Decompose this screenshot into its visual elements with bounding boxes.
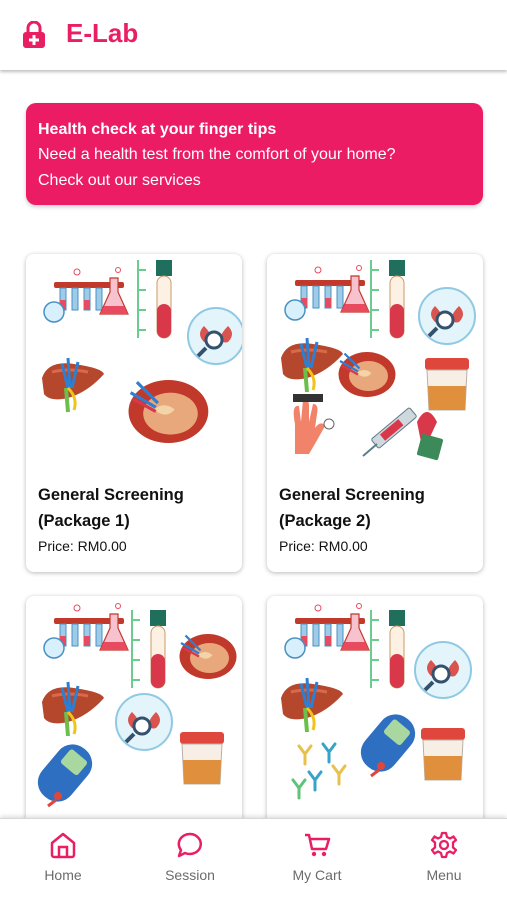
- package-image: [40, 259, 242, 445]
- nav-home-label: Home: [44, 867, 82, 883]
- package-image: [279, 602, 473, 800]
- cart-icon: [305, 833, 331, 857]
- gear-icon: [430, 831, 458, 859]
- nav-home[interactable]: Home: [0, 819, 126, 901]
- nav-cart[interactable]: My Cart: [254, 819, 380, 901]
- package-card-1[interactable]: General Screening (Package 1) Price: RM0…: [26, 254, 242, 572]
- package-price: Price: RM0.00: [38, 538, 127, 554]
- banner-title: Health check at your finger tips: [38, 121, 277, 138]
- package-name: General Screening (Package 1): [38, 486, 184, 530]
- app-bar: E-Lab: [0, 0, 507, 70]
- nav-menu[interactable]: Menu: [381, 819, 507, 901]
- home-icon: [50, 832, 76, 859]
- package-name: General Screening (Package 2): [279, 486, 425, 530]
- bottom-nav: Home Session My Cart Menu: [0, 818, 507, 901]
- banner-line-2: Check out our services: [38, 172, 201, 189]
- promo-banner[interactable]: Health check at your finger tips Need a …: [26, 103, 483, 205]
- banner-line-1: Need a health test from the comfort of y…: [38, 146, 396, 163]
- nav-cart-label: My Cart: [292, 867, 342, 883]
- package-image: [279, 259, 477, 462]
- package-price: Price: RM0.00: [279, 538, 368, 554]
- app-title: E-Lab: [66, 18, 139, 48]
- package-card-3[interactable]: [26, 596, 242, 826]
- lock-plus-icon: [23, 21, 45, 48]
- package-card-4[interactable]: [267, 596, 483, 826]
- nav-menu-label: Menu: [426, 867, 462, 883]
- chat-bubble-icon: [177, 832, 202, 858]
- package-card-2[interactable]: General Screening (Package 2) Price: RM0…: [267, 254, 483, 572]
- nav-session-label: Session: [165, 867, 215, 883]
- nav-session[interactable]: Session: [127, 819, 253, 901]
- package-image: [29, 602, 238, 811]
